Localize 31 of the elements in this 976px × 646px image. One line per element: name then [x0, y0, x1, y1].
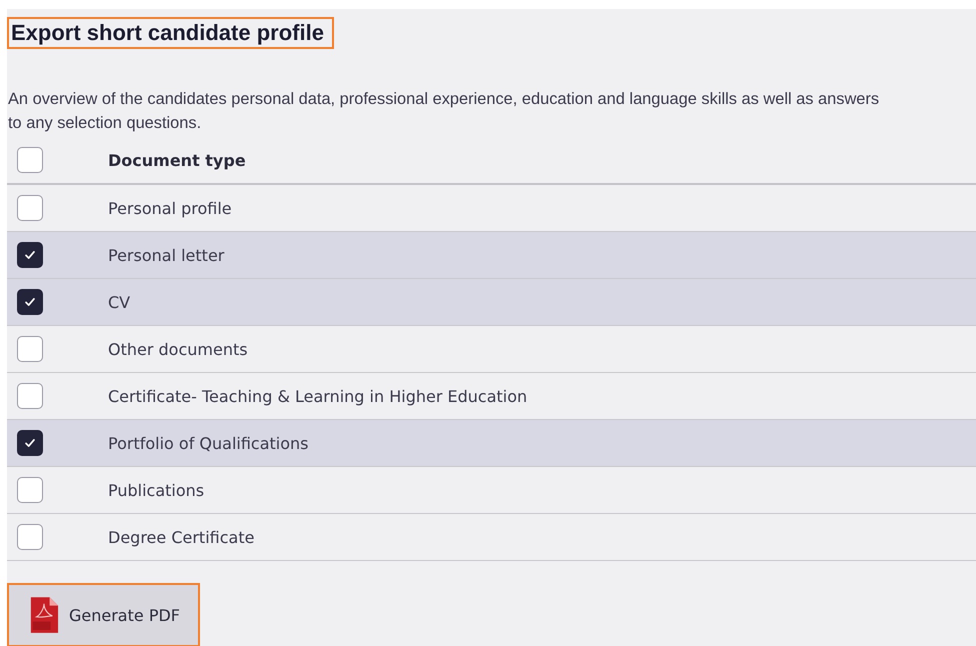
document-type-label: Degree Certificate [108, 528, 254, 546]
table-row[interactable]: Portfolio of Qualifications [7, 420, 976, 467]
check-icon [23, 436, 37, 450]
generate-pdf-button[interactable]: Generate PDF [7, 583, 200, 646]
check-icon [23, 295, 37, 309]
checkbox[interactable] [17, 477, 43, 503]
checkbox[interactable] [17, 383, 43, 409]
document-type-label: Publications [108, 480, 204, 500]
checkbox[interactable] [17, 147, 43, 173]
document-type-label: Other documents [108, 340, 248, 358]
checkbox[interactable] [17, 289, 43, 315]
check-icon [23, 248, 37, 262]
checkbox[interactable] [17, 336, 43, 362]
column-header: Document type [108, 150, 246, 170]
description-text: An overview of the candidates personal data, professional experience, education and language skills as well as answers to any selection questions. [8, 89, 880, 134]
table-row[interactable]: Degree Certificate [7, 514, 976, 561]
document-type-label: Portfolio of Qualifications [108, 434, 309, 452]
checkbox[interactable] [17, 195, 43, 221]
document-type-label: CV [108, 292, 130, 312]
checkbox[interactable] [17, 524, 43, 550]
table-row[interactable]: Personal letter [7, 232, 976, 279]
pdf-file-icon [29, 596, 59, 634]
table-row[interactable]: Publications [7, 467, 976, 514]
document-type-label: Personal letter [108, 246, 224, 264]
table-row[interactable]: Other documents [7, 326, 976, 373]
table-row[interactable]: CV [7, 279, 976, 326]
checkbox[interactable] [17, 430, 43, 456]
document-type-label: Certificate- Teaching & Learning in Higher Education [108, 386, 528, 406]
checkbox[interactable] [17, 242, 43, 268]
page-title: Export short candidate profile [7, 17, 334, 49]
document-type-label: Personal profile [108, 198, 232, 218]
